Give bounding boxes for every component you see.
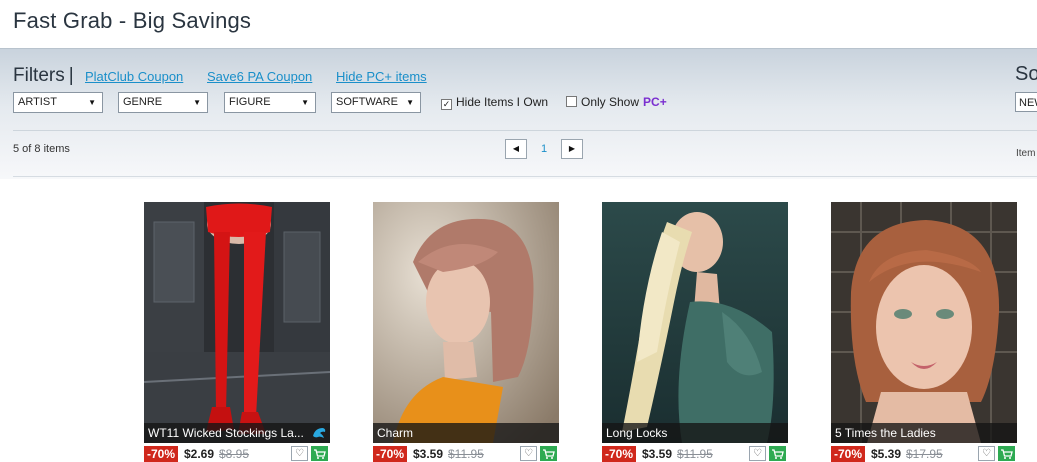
genre-dropdown-label: GENRE <box>123 96 163 108</box>
product-thumbnail[interactable]: Charm <box>373 202 559 443</box>
save6-pa-coupon-link[interactable]: Save6 PA Coupon <box>207 69 312 84</box>
sort-heading: So <box>1015 63 1037 85</box>
cart-icon <box>772 449 784 459</box>
product-thumbnail[interactable]: WT11 Wicked Stockings La... <box>144 202 330 443</box>
caret-down-icon: ▼ <box>88 98 96 107</box>
product-image <box>144 202 330 443</box>
discount-badge: -70% <box>373 446 408 462</box>
original-price: $8.95 <box>219 447 250 461</box>
cart-icon <box>1001 449 1013 459</box>
caret-down-icon: ▼ <box>193 98 201 107</box>
product-name[interactable]: WT11 Wicked Stockings La... <box>144 423 330 443</box>
price-row: -70% $3.59 $11.95 ♡ <box>373 444 559 462</box>
sale-price: $3.59 <box>642 447 673 461</box>
filters-heading: Filters | <box>13 65 74 87</box>
hide-owned-checkbox[interactable]: ✓ Hide Items I Own <box>441 95 548 110</box>
product-card[interactable]: WT11 Wicked Stockings La... -70% $2.69 $… <box>144 202 330 462</box>
caret-down-icon: ▼ <box>406 98 414 107</box>
price-row: -70% $3.59 $11.95 ♡ <box>602 444 788 462</box>
caret-down-icon: ▼ <box>301 98 309 107</box>
items-per-page-label: Item <box>1016 148 1036 159</box>
product-name[interactable]: Charm <box>373 423 559 443</box>
figure-dropdown-label: FIGURE <box>229 96 271 108</box>
hide-pcplus-items-link[interactable]: Hide PC+ items <box>336 69 427 84</box>
product-image <box>602 202 788 443</box>
filter-divider <box>13 130 1037 131</box>
product-thumbnail[interactable]: Long Locks <box>602 202 788 443</box>
discount-badge: -70% <box>602 446 637 462</box>
figure-dropdown[interactable]: FIGURE ▼ <box>224 92 316 113</box>
product-card[interactable]: 5 Times the Ladies -70% $5.39 $17.95 ♡ <box>831 202 1017 462</box>
genre-dropdown[interactable]: GENRE ▼ <box>118 92 208 113</box>
discount-badge: -70% <box>831 446 866 462</box>
caret-right-icon: ▶ <box>568 144 576 153</box>
add-to-cart-button[interactable] <box>311 446 328 461</box>
wishlist-button[interactable]: ♡ <box>520 446 537 461</box>
wishlist-button[interactable]: ♡ <box>978 446 995 461</box>
checkbox-unchecked-icon[interactable] <box>566 96 577 107</box>
only-show-checkbox[interactable]: Only Show PC+ <box>566 95 667 109</box>
artist-dropdown-label: ARTIST <box>18 96 57 108</box>
software-dropdown-label: SOFTWARE <box>336 96 398 108</box>
page: Fast Grab - Big Savings Filters | PlatClu… <box>0 0 1037 462</box>
sale-price: $2.69 <box>184 447 215 461</box>
wishlist-button[interactable]: ♡ <box>291 446 308 461</box>
filters-label: Filters <box>13 65 65 86</box>
add-to-cart-button[interactable] <box>769 446 786 461</box>
item-count: 5 of 8 items <box>13 143 70 155</box>
heart-icon: ♡ <box>524 448 533 459</box>
platclub-coupon-link[interactable]: PlatClub Coupon <box>85 69 183 84</box>
product-image <box>831 202 1017 443</box>
cart-icon <box>314 449 326 459</box>
wishlist-button[interactable]: ♡ <box>749 446 766 461</box>
heart-icon: ♡ <box>753 448 762 459</box>
heart-icon: ♡ <box>295 448 304 459</box>
dolphin-icon <box>313 428 326 438</box>
discount-badge: -70% <box>144 446 179 462</box>
add-to-cart-button[interactable] <box>540 446 557 461</box>
original-price: $17.95 <box>906 447 943 461</box>
software-dropdown[interactable]: SOFTWARE ▼ <box>331 92 421 113</box>
checkbox-checked-icon[interactable]: ✓ <box>441 99 452 110</box>
results-divider <box>13 176 1037 177</box>
product-image <box>373 202 559 443</box>
page-title: Fast Grab - Big Savings <box>13 8 252 33</box>
next-page-button[interactable]: ▶ <box>561 139 583 159</box>
filter-panel: Filters | PlatClub Coupon Save6 PA Coupon… <box>0 48 1037 179</box>
product-name[interactable]: Long Locks <box>602 423 788 443</box>
sale-price: $3.59 <box>413 447 444 461</box>
pcplus-badge: PC+ <box>643 95 667 109</box>
cart-icon <box>543 449 555 459</box>
product-name[interactable]: 5 Times the Ladies <box>831 423 1017 443</box>
caret-left-icon: ◀ <box>512 144 520 153</box>
price-row: -70% $2.69 $8.95 ♡ <box>144 444 330 462</box>
hide-owned-label: Hide Items I Own <box>456 95 549 109</box>
only-show-label: Only Show <box>581 95 640 109</box>
filters-separator: | <box>68 65 74 86</box>
original-price: $11.95 <box>677 447 713 461</box>
prev-page-button[interactable]: ◀ <box>505 139 527 159</box>
product-card[interactable]: Long Locks -70% $3.59 $11.95 ♡ <box>602 202 788 462</box>
add-to-cart-button[interactable] <box>998 446 1015 461</box>
product-card[interactable]: Charm -70% $3.59 $11.95 ♡ <box>373 202 559 462</box>
product-thumbnail[interactable]: 5 Times the Ladies <box>831 202 1017 443</box>
page-number[interactable]: 1 <box>541 143 547 155</box>
heart-icon: ♡ <box>982 448 991 459</box>
price-row: -70% $5.39 $17.95 ♡ <box>831 444 1017 462</box>
sale-price: $5.39 <box>871 447 902 461</box>
artist-dropdown[interactable]: ARTIST ▼ <box>13 92 103 113</box>
sort-select[interactable]: NEW <box>1015 92 1037 112</box>
original-price: $11.95 <box>448 447 484 461</box>
